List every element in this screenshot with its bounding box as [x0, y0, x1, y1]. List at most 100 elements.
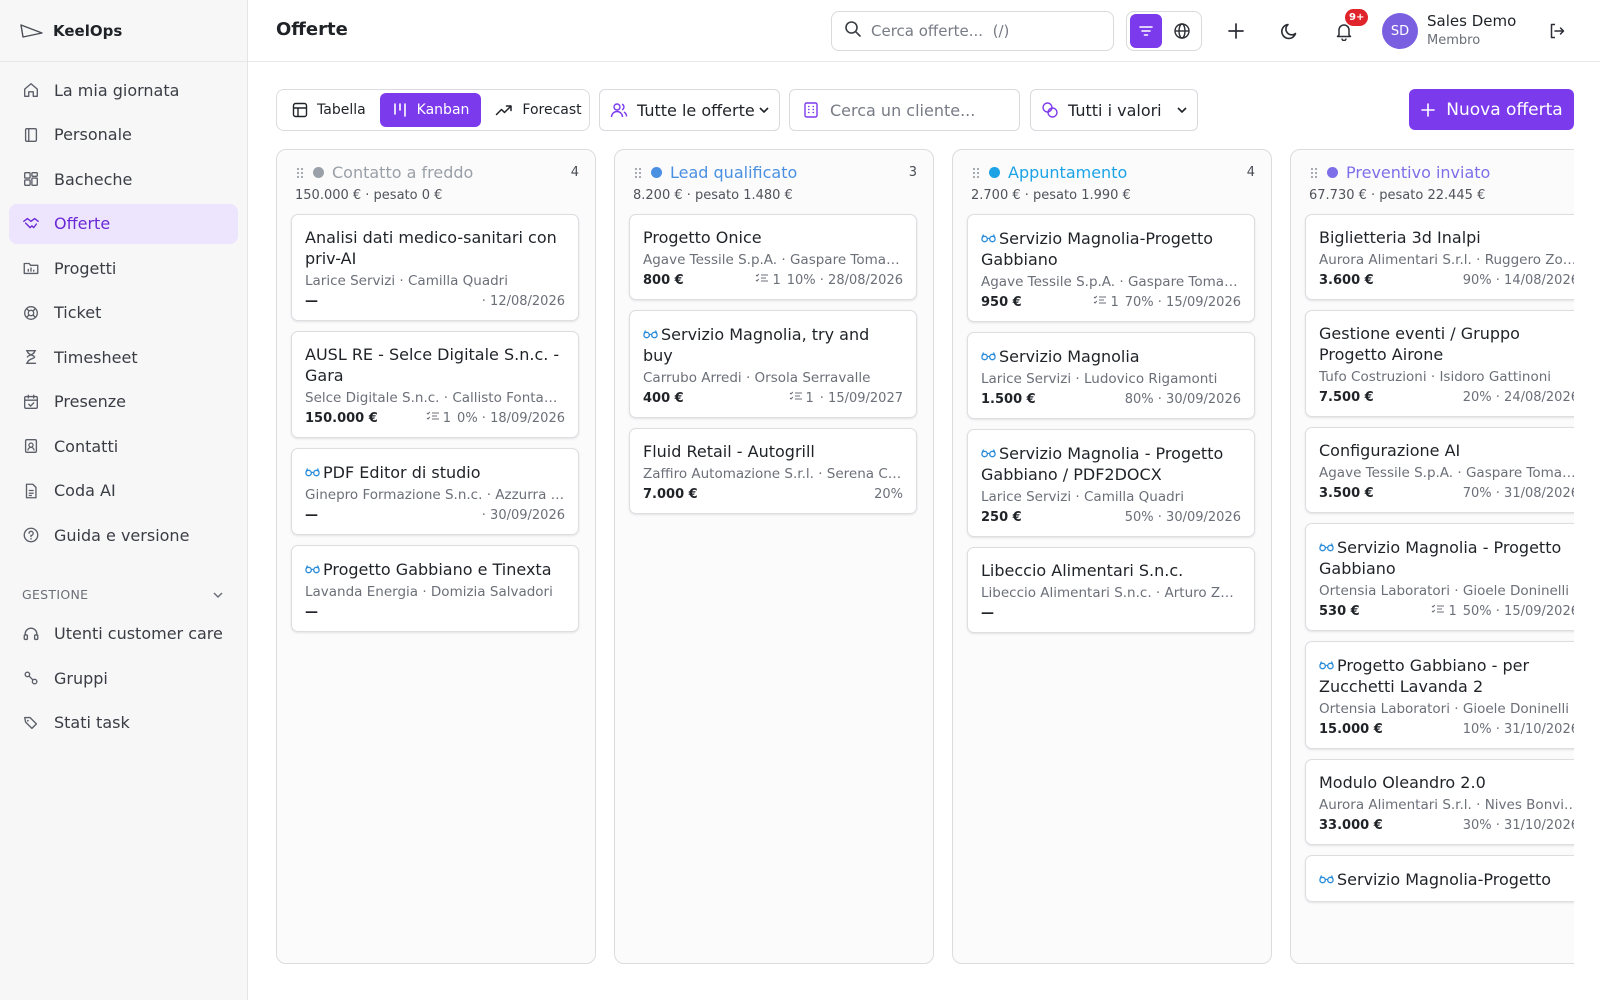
card-title-text: Progetto Onice: [643, 228, 762, 247]
hourglass-icon: [22, 348, 40, 366]
card-footer: 33.000 € 30% · 31/10/2026: [1319, 818, 1574, 833]
view-switch: Tabella Kanban Forecast: [276, 89, 590, 131]
card-title: Configurazione AI: [1319, 440, 1574, 461]
card-footer: 400 € 1 · 15/09/2027: [643, 391, 903, 406]
view-tab-forecast[interactable]: Forecast: [483, 93, 593, 127]
drag-handle-icon[interactable]: [1309, 165, 1319, 179]
checklist-count: 1: [442, 411, 452, 426]
offer-card[interactable]: Progetto Onice Agave Tessile S.p.A. · Gas…: [629, 214, 917, 300]
offer-card[interactable]: Servizio Magnolia-Progetto Gabbiano Agave…: [967, 214, 1255, 322]
logout-button[interactable]: [1543, 17, 1571, 45]
sidebar-item-stati-task[interactable]: Stati task: [9, 703, 238, 743]
offer-card[interactable]: Servizio Magnolia - Progetto Gabbiano Ort…: [1305, 523, 1574, 631]
card-meta-group: 1 70% · 15/09/2026: [1093, 295, 1241, 310]
offer-search-input[interactable]: [871, 22, 1101, 40]
sidebar-item-label: Gruppi: [54, 668, 108, 688]
card-title-text: PDF Editor di studio: [323, 463, 481, 482]
sidebar-item-la-mia-giornata[interactable]: La mia giornata: [9, 70, 238, 110]
sidebar-item-coda-ai[interactable]: Coda AI: [9, 471, 238, 511]
sidebar-item-timesheet[interactable]: Timesheet: [9, 337, 238, 377]
column-header: Lead qualificato 3: [633, 162, 917, 182]
offer-card[interactable]: Analisi dati medico-sanitari con priv-AI…: [291, 214, 579, 321]
card-title-text: Servizio Magnolia: [999, 347, 1140, 366]
offer-card[interactable]: PDF Editor di studio Ginepro Formazione S…: [291, 448, 579, 535]
offer-card[interactable]: Fluid Retail - Autogrill Zaffiro Automazi…: [629, 428, 917, 514]
glasses-icon: [981, 442, 996, 458]
sidebar-item-contatti[interactable]: Contatti: [9, 426, 238, 466]
offer-owner-value: Tutte le offerte: [637, 100, 755, 120]
card-client: Selce Digitale S.n.c. · Callisto Fontani…: [305, 390, 565, 406]
offer-card[interactable]: AUSL RE - Selce Digitale S.n.c. - Gara Se…: [291, 331, 579, 438]
drag-handle-icon[interactable]: [295, 165, 305, 179]
card-footer: 150.000 € 1 0% · 18/09/2026: [305, 411, 565, 426]
card-client: Larice Servizi · Camilla Quadri: [305, 273, 508, 289]
sidebar-item-label: Presenze: [54, 392, 126, 411]
offer-card[interactable]: Biglietteria 3d Inalpi Aurora Alimentari …: [1305, 214, 1574, 300]
card-footer: —: [305, 605, 565, 620]
offer-card[interactable]: Gestione eventi / Gruppo Progetto Airone…: [1305, 310, 1574, 417]
sidebar-item-gruppi[interactable]: Gruppi: [9, 658, 238, 698]
card-amount: —: [981, 606, 994, 621]
language-button[interactable]: [1166, 14, 1198, 48]
sidebar-item-personale[interactable]: Personale: [9, 115, 238, 155]
new-offer-button[interactable]: Nuova offerta: [1409, 89, 1574, 130]
card-title: Analisi dati medico-sanitari con priv-AI: [305, 227, 565, 269]
sidebar-item-label: La mia giornata: [54, 80, 180, 100]
sidebar-item-offerte[interactable]: Offerte: [9, 203, 238, 244]
sidebar-item-guida-e-versione[interactable]: Guida e versione: [9, 515, 238, 555]
column-status-dot: [651, 166, 662, 178]
app-logo[interactable]: KeelOps: [0, 0, 247, 62]
filter-toggle-button[interactable]: [1130, 14, 1162, 48]
offer-card[interactable]: Progetto Gabbiano - per Zucchetti Lavand…: [1305, 641, 1574, 749]
drag-handle-icon[interactable]: [971, 165, 981, 179]
card-meta: · 30/09/2026: [481, 508, 565, 523]
offer-card[interactable]: Servizio Magnolia Larice Servizi · Ludovi…: [967, 332, 1255, 419]
card-meta: 10% · 28/08/2026: [786, 273, 903, 288]
theme-toggle-button[interactable]: [1276, 17, 1304, 45]
glasses-icon: [981, 227, 996, 243]
column-cards: Analisi dati medico-sanitari con priv-AI…: [291, 214, 579, 642]
offer-card[interactable]: Servizio Magnolia, try and buy Carrubo Ar…: [629, 310, 917, 418]
offer-search[interactable]: [831, 11, 1114, 51]
sidebar: KeelOps La mia giornata Personale Bacheche…: [0, 0, 248, 1000]
offer-card[interactable]: Servizio Magnolia - Progetto Gabbiano / …: [967, 429, 1255, 537]
sidebar-item-bacheche[interactable]: Bacheche: [9, 159, 238, 199]
card-footer: 15.000 € 10% · 31/10/2026: [1319, 722, 1574, 737]
offer-card[interactable]: Servizio Magnolia-Progetto: [1305, 855, 1574, 902]
offer-card[interactable]: Progetto Gabbiano e Tinexta Lavanda Energ…: [291, 545, 579, 632]
card-amount: 800 €: [643, 273, 684, 288]
offer-owner-select[interactable]: Tutte le offerte: [599, 89, 780, 131]
add-button[interactable]: [1222, 17, 1250, 45]
glasses-icon: [305, 558, 320, 574]
checklist-indicator: 1: [1093, 295, 1119, 310]
glasses-icon: [1319, 868, 1334, 884]
avatar[interactable]: SD: [1382, 13, 1418, 49]
value-select[interactable]: Tutti i valori: [1030, 89, 1198, 131]
offer-card[interactable]: Libeccio Alimentari S.n.c. Libeccio Alime…: [967, 547, 1255, 633]
sidebar-item-ticket[interactable]: Ticket: [9, 293, 238, 333]
card-amount: 15.000 €: [1319, 722, 1383, 737]
column-status-dot: [1327, 166, 1338, 178]
card-title: Progetto Gabbiano e Tinexta: [305, 558, 565, 580]
sidebar-item-progetti[interactable]: Progetti: [9, 248, 238, 288]
view-tab-kanban[interactable]: Kanban: [379, 93, 482, 127]
offer-card[interactable]: Modulo Oleandro 2.0 Aurora Alimentari S.r…: [1305, 759, 1574, 845]
card-title: Servizio Magnolia: [981, 345, 1241, 367]
checklist-count: 1: [1448, 604, 1457, 619]
glasses-icon: [1319, 654, 1334, 670]
column-title: Appuntamento: [1008, 162, 1128, 182]
view-tab-table[interactable]: Tabella: [280, 93, 378, 127]
offer-card[interactable]: Configurazione AI Agave Tessile S.p.A. · …: [1305, 427, 1574, 513]
drag-handle-icon[interactable]: [633, 165, 643, 179]
client-search-input[interactable]: [830, 100, 1010, 120]
section-gestione[interactable]: GESTIONE: [0, 578, 247, 612]
card-meta-group: · 30/09/2026: [482, 508, 565, 523]
sidebar-item-presenze[interactable]: Presenze: [9, 382, 238, 422]
kanban-column: Lead qualificato 3 8.200 € · pesato 1.480 …: [614, 149, 934, 964]
top-bar: Offerte 9+ SD Sales Demo Membro: [248, 0, 1600, 62]
card-title: Modulo Oleandro 2.0: [1319, 772, 1574, 793]
home-icon: [22, 81, 40, 99]
client-search[interactable]: [789, 89, 1020, 131]
sidebar-item-utenti-customer-care[interactable]: Utenti customer care: [9, 614, 238, 654]
card-client: Ortensia Laboratori · Gioele Doninelli: [1319, 701, 1570, 717]
